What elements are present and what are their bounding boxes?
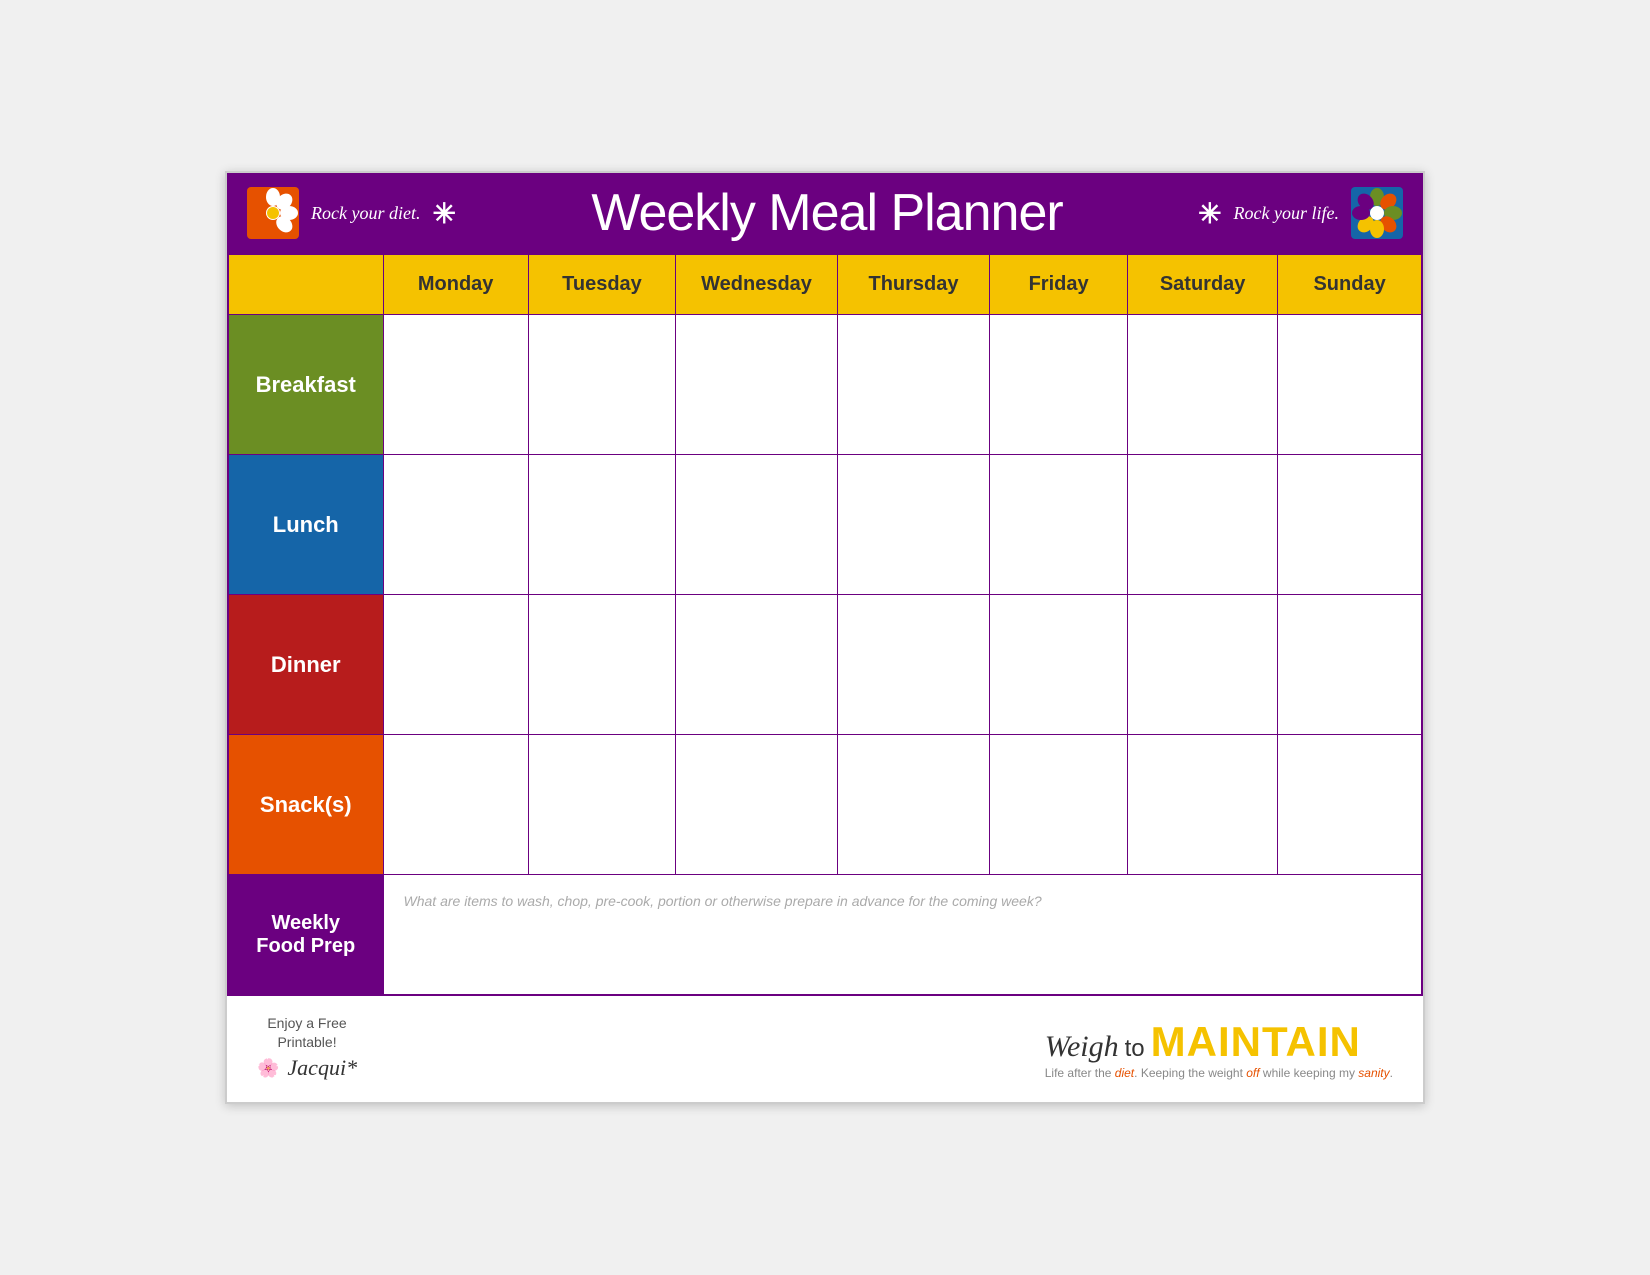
weekly-prep-label: WeeklyFood Prep xyxy=(228,875,383,995)
breakfast-thursday[interactable] xyxy=(837,315,989,455)
weekly-prep-row: WeeklyFood Prep What are items to wash, … xyxy=(228,875,1422,995)
snacks-label: Snack(s) xyxy=(228,735,383,875)
snacks-row: Snack(s) xyxy=(228,735,1422,875)
dinner-friday[interactable] xyxy=(990,595,1128,735)
author-name: Jacqui* xyxy=(287,1053,357,1084)
snacks-saturday[interactable] xyxy=(1128,735,1278,875)
dinner-row: Dinner xyxy=(228,595,1422,735)
snacks-sunday[interactable] xyxy=(1278,735,1422,875)
footer-left: Enjoy a Free Printable! 🌸 Jacqui* xyxy=(257,1014,357,1084)
lunch-wednesday[interactable] xyxy=(676,455,838,595)
lunch-friday[interactable] xyxy=(990,455,1128,595)
lunch-saturday[interactable] xyxy=(1128,455,1278,595)
lunch-monday[interactable] xyxy=(383,455,528,595)
dinner-saturday[interactable] xyxy=(1128,595,1278,735)
day-sunday: Sunday xyxy=(1278,254,1422,315)
dinner-monday[interactable] xyxy=(383,595,528,735)
weekly-prep-placeholder: What are items to wash, chop, pre-cook, … xyxy=(404,887,1402,909)
dinner-label: Dinner xyxy=(228,595,383,735)
off-word: off xyxy=(1246,1066,1259,1080)
weekly-prep-content[interactable]: What are items to wash, chop, pre-cook, … xyxy=(383,875,1422,995)
sanity-word: sanity xyxy=(1358,1066,1389,1080)
footer-tagline: Life after the diet. Keeping the weight … xyxy=(1045,1066,1393,1080)
day-wednesday: Wednesday xyxy=(676,254,838,315)
enjoy-text: Enjoy a Free xyxy=(257,1014,357,1034)
breakfast-wednesday[interactable] xyxy=(676,315,838,455)
breakfast-saturday[interactable] xyxy=(1128,315,1278,455)
snacks-monday[interactable] xyxy=(383,735,528,875)
snacks-wednesday[interactable] xyxy=(676,735,838,875)
breakfast-monday[interactable] xyxy=(383,315,528,455)
brand-to: to xyxy=(1125,1035,1145,1063)
flower-icon-right xyxy=(1351,187,1403,239)
asterisk-right: ✳ xyxy=(1198,197,1221,230)
snacks-thursday[interactable] xyxy=(837,735,989,875)
day-friday: Friday xyxy=(990,254,1128,315)
breakfast-row: Breakfast xyxy=(228,315,1422,455)
lunch-label: Lunch xyxy=(228,455,383,595)
lunch-sunday[interactable] xyxy=(1278,455,1422,595)
breakfast-label: Breakfast xyxy=(228,315,383,455)
breakfast-tuesday[interactable] xyxy=(528,315,675,455)
jacqui-flower-icon: 🌸 xyxy=(257,1056,279,1081)
brand-name: Weigh to MAINTAIN xyxy=(1045,1018,1393,1066)
dinner-tuesday[interactable] xyxy=(528,595,675,735)
day-tuesday: Tuesday xyxy=(528,254,675,315)
printable-text: Printable! xyxy=(257,1033,357,1053)
header-row: Monday Tuesday Wednesday Thursday Friday… xyxy=(228,254,1422,315)
page-wrapper: Rock your diet. ✳ Weekly Meal Planner ✳ … xyxy=(225,171,1425,1103)
snacks-friday[interactable] xyxy=(990,735,1128,875)
dinner-sunday[interactable] xyxy=(1278,595,1422,735)
lunch-thursday[interactable] xyxy=(837,455,989,595)
footer: Enjoy a Free Printable! 🌸 Jacqui* Weigh … xyxy=(227,996,1423,1102)
header-tagline-right: Rock your life. xyxy=(1234,203,1339,224)
breakfast-friday[interactable] xyxy=(990,315,1128,455)
brand-maintain: MAINTAIN xyxy=(1151,1018,1361,1066)
planner-table: Monday Tuesday Wednesday Thursday Friday… xyxy=(227,253,1423,996)
day-monday: Monday xyxy=(383,254,528,315)
header: Rock your diet. ✳ Weekly Meal Planner ✳ … xyxy=(227,173,1423,253)
footer-right: Weigh to MAINTAIN Life after the diet. K… xyxy=(1045,1018,1393,1080)
snacks-tuesday[interactable] xyxy=(528,735,675,875)
header-tagline-left: Rock your diet. xyxy=(311,203,420,224)
day-saturday: Saturday xyxy=(1128,254,1278,315)
dinner-thursday[interactable] xyxy=(837,595,989,735)
diet-word: diet xyxy=(1115,1066,1134,1080)
brand-weigh: Weigh xyxy=(1045,1030,1119,1064)
corner-cell xyxy=(228,254,383,315)
lunch-tuesday[interactable] xyxy=(528,455,675,595)
asterisk-left: ✳ xyxy=(432,197,455,230)
breakfast-sunday[interactable] xyxy=(1278,315,1422,455)
dinner-wednesday[interactable] xyxy=(676,595,838,735)
flower-icon-left xyxy=(247,187,299,239)
header-title: Weekly Meal Planner xyxy=(468,183,1186,243)
lunch-row: Lunch xyxy=(228,455,1422,595)
day-thursday: Thursday xyxy=(837,254,989,315)
